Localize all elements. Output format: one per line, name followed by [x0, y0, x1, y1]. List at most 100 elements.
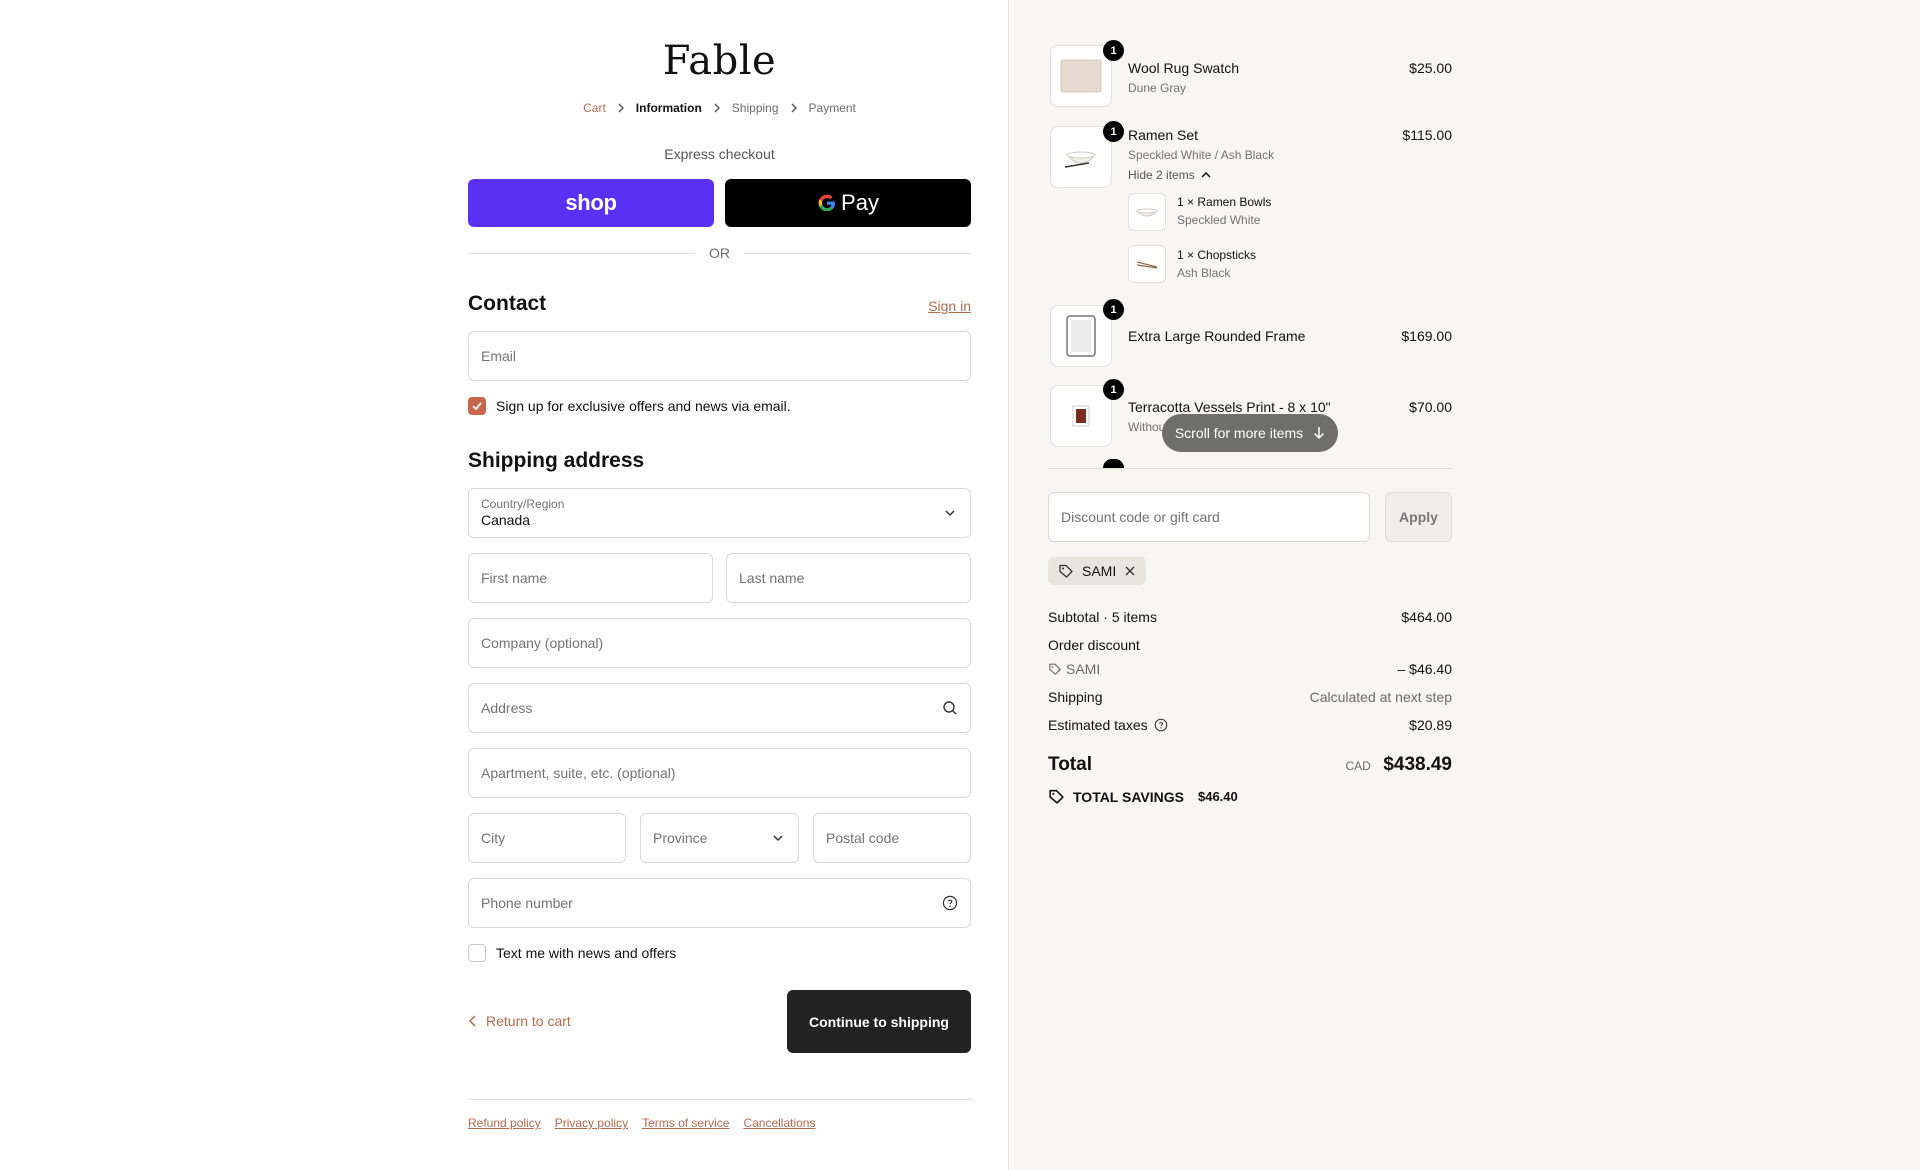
- or-divider: OR: [468, 245, 971, 261]
- product-name: Wool Rug Swatch: [1128, 60, 1240, 76]
- newsletter-label: Sign up for exclusive offers and news vi…: [496, 398, 791, 414]
- print-image: [1072, 405, 1090, 427]
- applied-discount-chip: SAMI: [1048, 557, 1147, 585]
- sign-in-link[interactable]: Sign in: [928, 298, 971, 314]
- hide-bundle-items-toggle[interactable]: Hide 2 items: [1128, 168, 1211, 182]
- product-price: $25.00: [1409, 60, 1452, 76]
- shop-pay-button[interactable]: shop: [468, 179, 714, 227]
- sms-checkbox[interactable]: [468, 944, 486, 962]
- store-logo[interactable]: Fable: [468, 38, 971, 84]
- bowl-image: [1135, 208, 1159, 217]
- search-icon: [943, 701, 957, 715]
- chevron-right-icon: [791, 103, 797, 113]
- continue-to-shipping-button[interactable]: Continue to shipping: [787, 990, 971, 1053]
- product-variant: Speckled White / Ash Black: [1128, 148, 1275, 162]
- apartment-placeholder: Apartment, suite, etc. (optional): [481, 765, 676, 781]
- savings-value: $46.40: [1197, 789, 1238, 804]
- applied-code: SAMI: [1082, 563, 1117, 579]
- help-circle-icon[interactable]: [942, 895, 958, 911]
- taxes-label: Estimated taxes: [1048, 717, 1148, 733]
- shipping-address-heading: Shipping address: [468, 449, 645, 472]
- google-pay-button[interactable]: Pay: [725, 179, 971, 227]
- discount-placeholder: Discount code or gift card: [1061, 509, 1220, 525]
- cancellations-link[interactable]: Cancellations: [743, 1116, 815, 1130]
- order-discount-row: Order discount: [1048, 637, 1452, 653]
- chevron-left-icon: [468, 1015, 476, 1027]
- google-g-icon: [818, 194, 836, 212]
- apartment-field[interactable]: Apartment, suite, etc. (optional): [468, 748, 971, 798]
- scroll-hint-label: Scroll for more items: [1174, 425, 1304, 441]
- order-discount-label: Order discount: [1048, 637, 1140, 653]
- taxes-value: $20.89: [1409, 717, 1452, 733]
- tag-icon: [1059, 564, 1073, 578]
- express-checkout-label: Express checkout: [664, 146, 775, 162]
- contact-heading: Contact: [468, 292, 547, 315]
- first-name-placeholder: First name: [481, 570, 548, 586]
- sms-option[interactable]: Text me with news and offers: [468, 944, 676, 962]
- discount-code-row: SAMI – $46.40: [1048, 661, 1452, 677]
- bundle-item-name: 1 × Ramen Bowls: [1177, 195, 1272, 209]
- tag-icon: [1049, 663, 1061, 675]
- chevron-right-icon: [714, 103, 720, 113]
- address-placeholder: Address: [481, 700, 533, 716]
- total-row: Total CAD $438.49: [1048, 754, 1452, 776]
- city-placeholder: City: [481, 830, 506, 846]
- discount-code-label: SAMI: [1048, 661, 1100, 677]
- terms-of-service-link[interactable]: Terms of service: [642, 1116, 729, 1130]
- discount-value: – $46.40: [1397, 661, 1453, 677]
- shipping-value: Calculated at next step: [1309, 689, 1452, 705]
- rug-swatch-image: [1060, 59, 1102, 93]
- last-name-field[interactable]: Last name: [726, 553, 971, 603]
- taxes-row: Estimated taxes $20.89: [1048, 717, 1452, 733]
- currency-code: CAD: [1345, 759, 1371, 773]
- arrow-down-icon: [1314, 427, 1325, 440]
- breadcrumb-cart[interactable]: Cart: [583, 101, 606, 115]
- product-variant: Withou: [1128, 420, 1166, 434]
- newsletter-checkbox[interactable]: [468, 397, 486, 415]
- return-to-cart-link[interactable]: Return to cart: [468, 1013, 571, 1029]
- company-field[interactable]: Company (optional): [468, 618, 971, 668]
- close-icon[interactable]: [1124, 565, 1136, 577]
- frame-thumbnail: [1050, 305, 1112, 367]
- savings-label: TOTAL SAVINGS: [1073, 788, 1184, 805]
- phone-field[interactable]: Phone number: [468, 878, 971, 928]
- chopsticks-thumbnail: [1128, 245, 1166, 283]
- discount-code-field[interactable]: Discount code or gift card: [1048, 492, 1370, 542]
- or-label: OR: [709, 245, 730, 261]
- chevron-up-icon: [1201, 171, 1211, 178]
- address-field[interactable]: Address: [468, 683, 971, 733]
- product-price: $115.00: [1402, 127, 1452, 143]
- sms-label: Text me with news and offers: [496, 945, 677, 961]
- breadcrumb-information: Information: [635, 101, 702, 115]
- order-summary-panel: 1 Wool Rug Swatch Dune Gray $25.00 1 Ram…: [1010, 0, 1920, 1170]
- scroll-for-more-button[interactable]: Scroll for more items: [1162, 414, 1338, 452]
- refund-policy-link[interactable]: Refund policy: [468, 1116, 541, 1130]
- product-name: Extra Large Rounded Frame: [1128, 328, 1306, 344]
- newsletter-option[interactable]: Sign up for exclusive offers and news vi…: [468, 397, 791, 415]
- bundle-item-variant: Ash Black: [1177, 266, 1231, 280]
- ramen-set-thumbnail: [1050, 126, 1112, 188]
- apply-discount-button[interactable]: Apply: [1385, 492, 1452, 542]
- shipping-label: Shipping: [1048, 689, 1103, 705]
- help-circle-icon[interactable]: [1154, 718, 1168, 732]
- subtotal-row: Subtotal · 5 items $464.00: [1048, 609, 1452, 625]
- breadcrumb-payment: Payment: [808, 101, 856, 115]
- first-name-field[interactable]: First name: [468, 553, 713, 603]
- country-select[interactable]: Country/Region Canada: [468, 488, 971, 538]
- checkout-form-panel: Fable Cart Information Shipping Payment …: [0, 0, 1009, 1170]
- divider-line: [744, 252, 971, 254]
- product-variant: Dune Gray: [1128, 81, 1187, 95]
- total-savings: TOTAL SAVINGS $46.40: [1048, 788, 1238, 805]
- chevron-right-icon: [618, 103, 624, 113]
- quantity-badge: 1: [1103, 121, 1124, 142]
- city-field[interactable]: City: [468, 813, 626, 863]
- discount-code-text: SAMI: [1066, 661, 1101, 677]
- product-price: $169.00: [1401, 328, 1452, 344]
- chevron-down-icon: [773, 835, 783, 842]
- wool-rug-thumbnail: [1050, 45, 1112, 107]
- email-field[interactable]: Email: [468, 331, 971, 381]
- province-select[interactable]: Province: [640, 813, 799, 863]
- postal-code-field[interactable]: Postal code: [813, 813, 971, 863]
- subtotal-label: Subtotal · 5 items: [1048, 609, 1157, 625]
- privacy-policy-link[interactable]: Privacy policy: [555, 1116, 628, 1130]
